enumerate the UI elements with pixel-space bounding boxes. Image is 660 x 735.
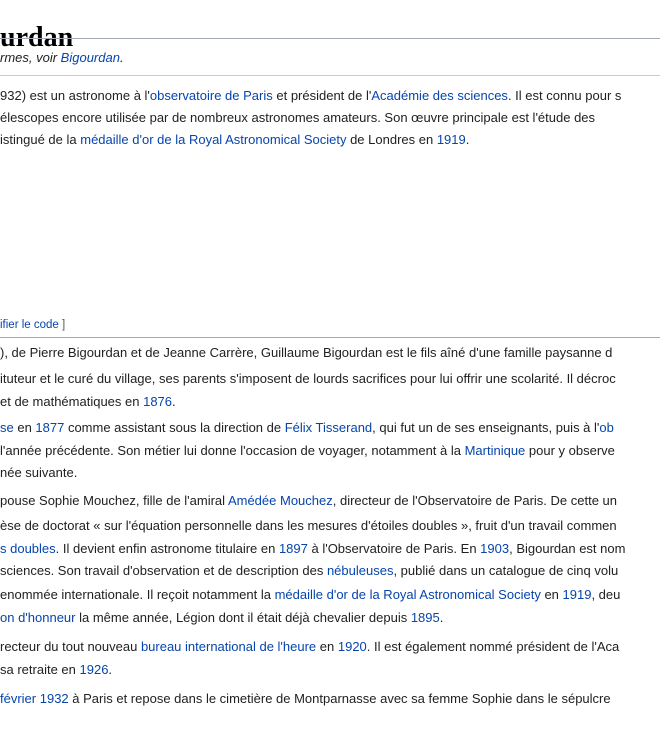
text-run: à Paris et repose dans le cimetière de M… — [68, 691, 611, 706]
wiki-link[interactable]: on d'honneur — [0, 610, 76, 625]
text-run: , qui fut un de ses enseignants, puis à … — [372, 420, 600, 435]
text-run: enommée internationale. Il reçoit notamm… — [0, 587, 275, 602]
wiki-link[interactable]: 1877 — [35, 420, 64, 435]
wiki-link[interactable]: observatoire de Paris — [150, 88, 273, 103]
text-run: 932) est un astronome à l' — [0, 88, 150, 103]
wiki-link[interactable]: 1876 — [143, 394, 172, 409]
body-line: ), de Pierre Bigourdan et de Jeanne Carr… — [0, 342, 612, 364]
text-run: èse de doctorat « sur l'équation personn… — [0, 518, 617, 533]
text-run: . Il devient enfin astronome titulaire e… — [55, 541, 279, 556]
text-run: et de mathématiques en — [0, 394, 144, 409]
text-run: . Il est connu pour s — [507, 88, 622, 103]
hatnote-divider — [0, 75, 660, 76]
wiki-link[interactable]: s doubles — [0, 541, 56, 556]
wiki-link[interactable]: médaille d'or de la Royal Astronomical S… — [80, 132, 346, 147]
text-run: . — [465, 132, 470, 147]
wiki-link[interactable]: 1919 — [437, 132, 466, 147]
text-run: en — [316, 639, 338, 654]
text-run: pour y observe — [525, 443, 615, 458]
text-run: née suivante. — [0, 465, 78, 480]
body-line: pouse Sophie Mouchez, fille de l'amiral … — [0, 490, 617, 512]
section-edit-link: ifier le code ] — [0, 314, 65, 336]
wiki-link[interactable]: 1919 — [563, 587, 592, 602]
wiki-link[interactable]: nébuleuses — [327, 563, 394, 578]
wiki-link[interactable]: Martinique — [465, 443, 526, 458]
hatnote: rmes, voir Bigourdan. — [0, 47, 124, 69]
wiki-link[interactable]: Amédée Mouchez — [228, 493, 333, 508]
body-line: février 1932 à Paris et repose dans le c… — [0, 688, 611, 710]
wiki-link[interactable]: février 1932 — [0, 691, 69, 706]
text-run: pouse Sophie Mouchez, fille de l'amiral — [0, 493, 228, 508]
text-run: sciences. Son travail d'observation et d… — [0, 563, 327, 578]
wiki-link[interactable]: 1895 — [411, 610, 440, 625]
text-run: , deu — [591, 587, 621, 602]
text-run: comme assistant sous la direction de — [64, 420, 285, 435]
text-run: l'année précédente. Son métier lui donne… — [0, 443, 465, 458]
title-divider — [0, 38, 660, 39]
body-line: née suivante. — [0, 462, 77, 484]
wiki-link[interactable]: 1926 — [80, 662, 109, 677]
wiki-link[interactable]: se — [0, 420, 14, 435]
text-run: de Londres en — [346, 132, 437, 147]
body-line: èse de doctorat « sur l'équation personn… — [0, 515, 617, 537]
body-line: enommée internationale. Il reçoit notamm… — [0, 584, 620, 606]
wiki-link[interactable]: médaille d'or de la Royal Astronomical S… — [275, 587, 541, 602]
text-run: ), de Pierre Bigourdan et de Jeanne Carr… — [0, 345, 613, 360]
body-line: sa retraite en 1926. — [0, 659, 112, 681]
text-run: sa retraite en — [0, 662, 80, 677]
text-run: , directeur de l'Observatoire de Paris. … — [332, 493, 618, 508]
wiki-link[interactable]: bureau international de l'heure — [141, 639, 316, 654]
body-line: sciences. Son travail d'observation et d… — [0, 560, 618, 582]
wiki-link[interactable]: 1897 — [279, 541, 308, 556]
body-line: l'année précédente. Son métier lui donne… — [0, 440, 615, 462]
text-run: à l'Observatoire de Paris. En — [307, 541, 481, 556]
text-run: en — [13, 420, 36, 435]
body-line: s doubles. Il devient enfin astronome ti… — [0, 538, 625, 560]
edit-source-link[interactable]: ifier le code — [0, 319, 59, 331]
text-run: . — [172, 394, 176, 409]
edit-bracket-close: ] — [58, 319, 66, 331]
hatnote-suffix: . — [119, 50, 124, 65]
text-run: . Il est également nommé président de l'… — [366, 639, 620, 654]
text-run: . — [439, 610, 444, 625]
text-run: élescopes encore utilisée par de nombreu… — [0, 110, 596, 125]
body-line: on d'honneur la même année, Légion dont … — [0, 607, 443, 629]
text-run: et président de l' — [272, 88, 372, 103]
body-line: se en 1877 comme assistant sous la direc… — [0, 417, 614, 439]
text-run: , Bigourdan est nom — [509, 541, 626, 556]
body-line: recteur du tout nouveau bureau internati… — [0, 636, 619, 658]
intro-line: istingué de la médaille d'or de la Royal… — [0, 129, 469, 151]
body-line: ituteur et le curé du village, ses paren… — [0, 368, 616, 390]
text-run: la même année, Légion dont il était déjà… — [75, 610, 411, 625]
wiki-link[interactable]: 1920 — [338, 639, 367, 654]
wiki-link[interactable]: ob — [599, 420, 613, 435]
text-run: , publié dans un catalogue de cinq volu — [393, 563, 619, 578]
text-run: recteur du tout nouveau — [0, 639, 141, 654]
wiki-link[interactable]: Académie des sciences — [371, 88, 508, 103]
text-run: . — [108, 662, 113, 677]
section-heading-divider — [0, 337, 660, 338]
wiki-link[interactable]: Félix Tisserand — [285, 420, 372, 435]
text-run: istingué de la — [0, 132, 81, 147]
hatnote-link-bigourdan[interactable]: Bigourdan — [61, 50, 120, 65]
text-run: ituteur et le curé du village, ses paren… — [0, 371, 616, 386]
text-run: en — [540, 587, 563, 602]
intro-line: élescopes encore utilisée par de nombreu… — [0, 107, 595, 129]
intro-line: 932) est un astronome à l'observatoire d… — [0, 85, 621, 107]
body-line: et de mathématiques en 1876. — [0, 391, 176, 413]
wiki-link[interactable]: 1903 — [480, 541, 509, 556]
hatnote-prefix: rmes, voir — [0, 50, 61, 65]
